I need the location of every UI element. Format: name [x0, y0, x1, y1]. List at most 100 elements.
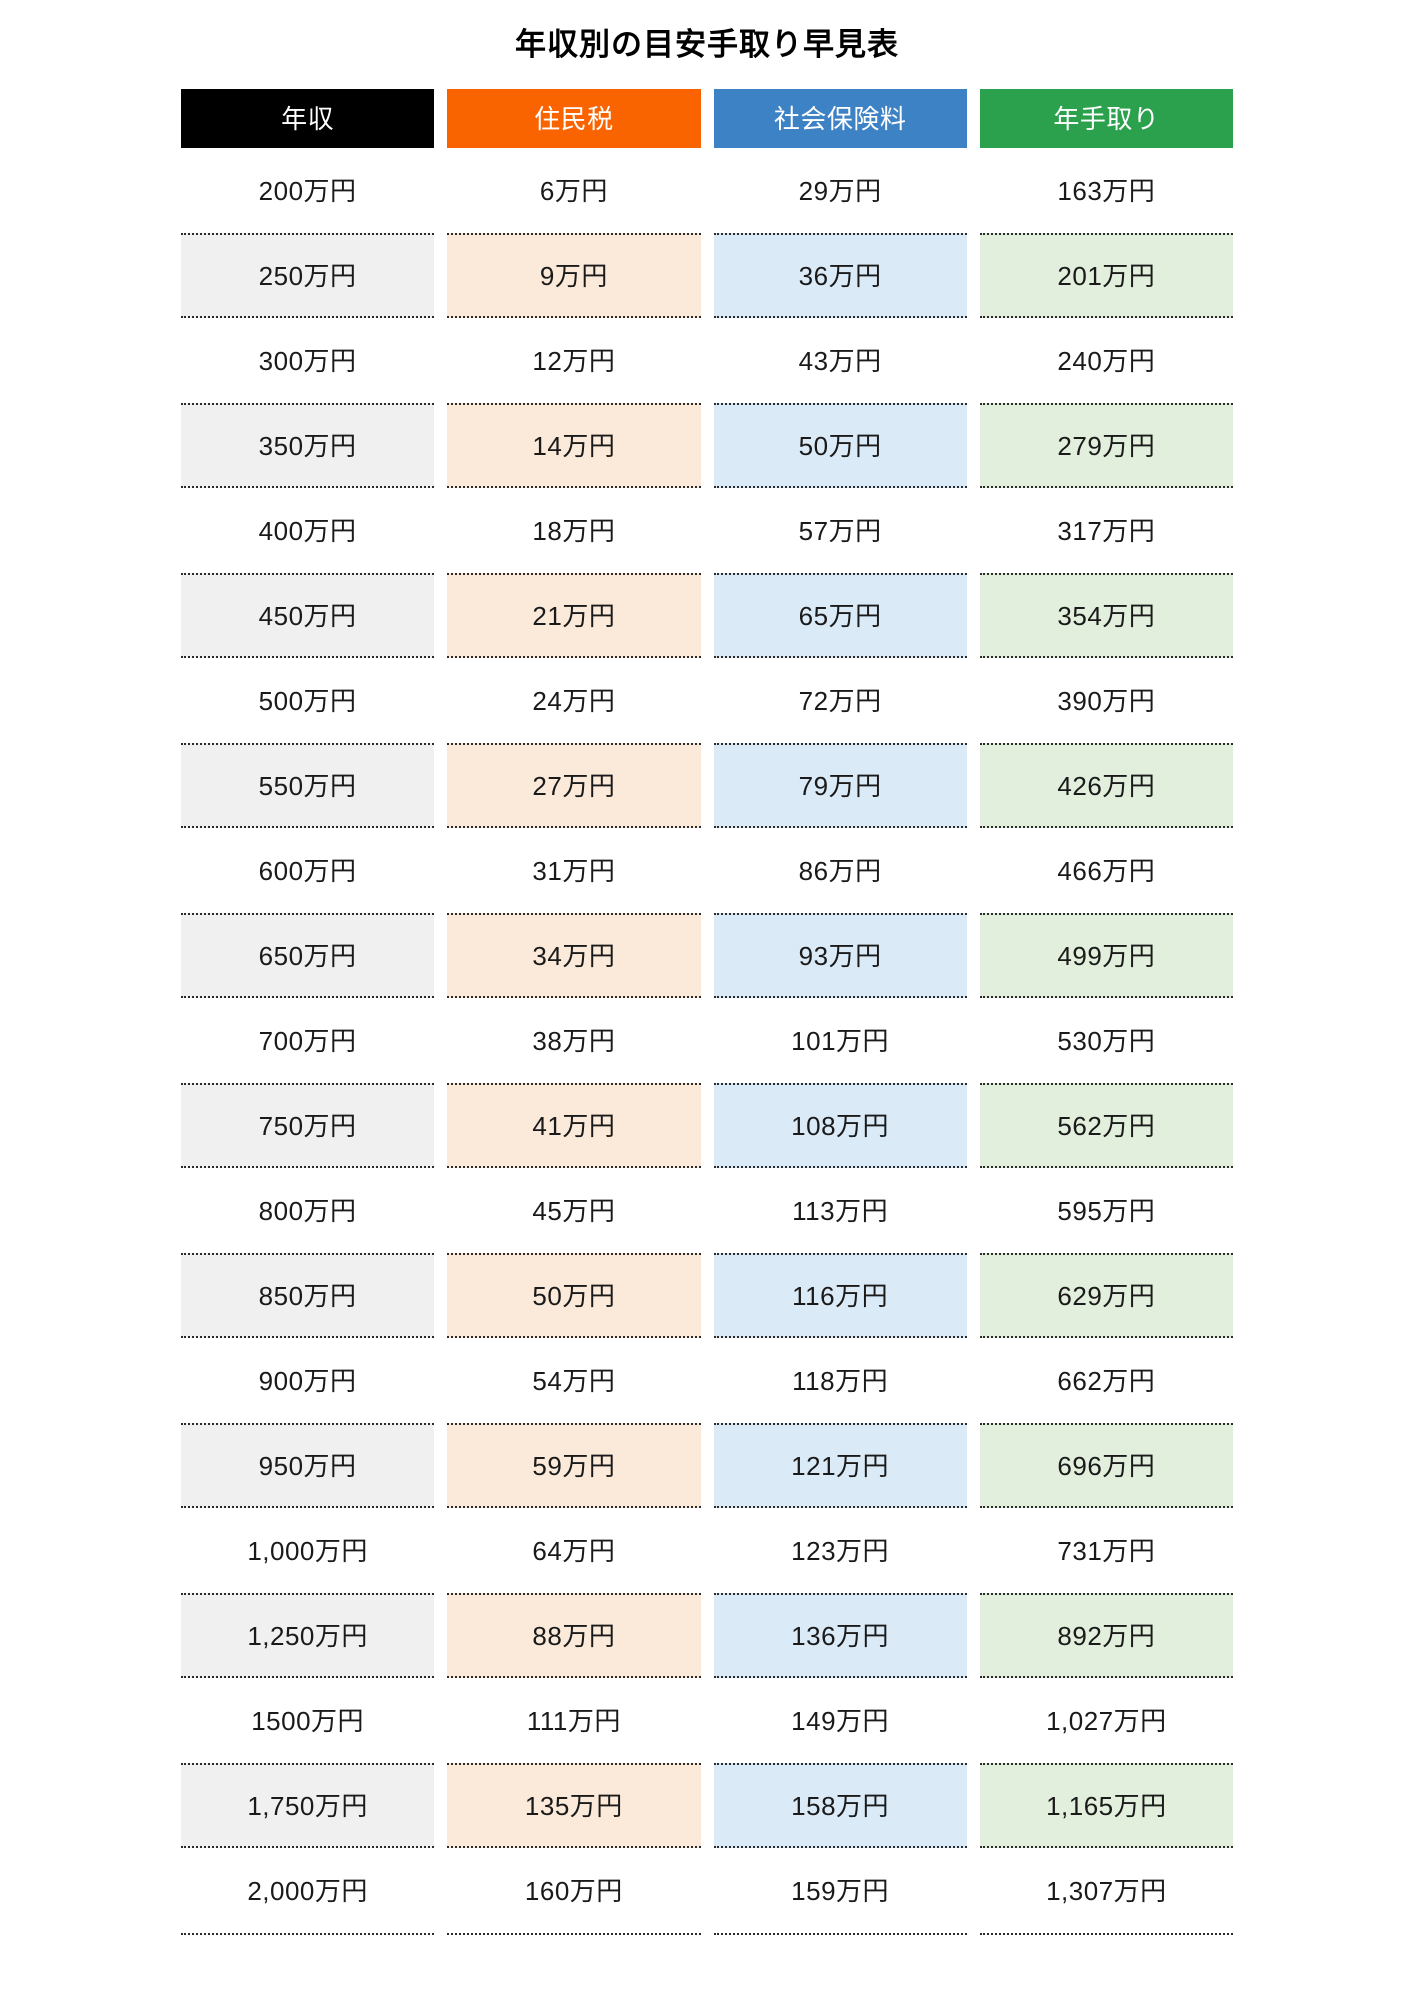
cell-social-insurance: 93万円 [713, 913, 967, 999]
cell-social-insurance: 113万円 [792, 1195, 889, 1226]
bottom-rule-segment [447, 1933, 701, 1936]
cell-takehome: 1,027万円 [1046, 1705, 1167, 1736]
bottom-rule-segment [713, 1933, 967, 1936]
table-row: 350万円 14万円 50万円 279万円 [181, 403, 1233, 489]
cell-social-insurance: 159万円 [791, 1875, 890, 1906]
cell-resident-tax: 45万円 [532, 1195, 616, 1226]
cell-income: 950万円 [181, 1423, 435, 1509]
cell-takehome: 1,307万円 [1046, 1875, 1167, 1906]
table-row: 600万円 31万円 86万円 466万円 [181, 828, 1233, 913]
cell-resident-tax: 160万円 [524, 1875, 623, 1906]
cell-social-insurance: 158万円 [713, 1763, 967, 1849]
cell-resident-tax: 54万円 [532, 1365, 616, 1396]
cell-social-insurance: 79万円 [713, 743, 967, 829]
cell-social-insurance: 123万円 [791, 1535, 890, 1566]
cell-social-insurance: 57万円 [798, 515, 882, 546]
cell-income: 550万円 [181, 743, 435, 829]
table-row: 2,000万円 160万円 159万円 1,307万円 [181, 1848, 1233, 1933]
cell-social-insurance: 65万円 [713, 573, 967, 659]
cell-takehome: 354万円 [979, 573, 1233, 659]
table-row: 400万円 18万円 57万円 317万円 [181, 488, 1233, 573]
takehome-table: 年収 住民税 社会保険料 年手取り 200万円 6万円 29万円 163万円 2… [181, 89, 1233, 1936]
cell-social-insurance: 29万円 [798, 175, 882, 206]
table-row: 1,250万円 88万円 136万円 892万円 [181, 1593, 1233, 1679]
cell-income: 2,000万円 [247, 1875, 368, 1906]
cell-resident-tax: 38万円 [532, 1025, 616, 1056]
cell-social-insurance: 136万円 [713, 1593, 967, 1679]
table-row: 900万円 54万円 118万円 662万円 [181, 1338, 1233, 1423]
cell-social-insurance: 50万円 [713, 403, 967, 489]
cell-takehome: 892万円 [979, 1593, 1233, 1679]
cell-income: 1500万円 [251, 1705, 365, 1736]
cell-takehome: 163万円 [1057, 175, 1156, 206]
cell-takehome: 390万円 [1057, 685, 1156, 716]
cell-resident-tax: 59万円 [447, 1423, 701, 1509]
cell-resident-tax: 34万円 [447, 913, 701, 999]
cell-income: 350万円 [181, 403, 435, 489]
cell-takehome: 240万円 [1057, 345, 1156, 376]
cell-income: 1,250万円 [181, 1593, 435, 1679]
table-row: 550万円 27万円 79万円 426万円 [181, 743, 1233, 829]
cell-income: 450万円 [181, 573, 435, 659]
cell-social-insurance: 149万円 [791, 1705, 890, 1736]
cell-takehome: 595万円 [1057, 1195, 1156, 1226]
cell-resident-tax: 31万円 [532, 855, 616, 886]
cell-resident-tax: 6万円 [539, 175, 608, 206]
page-root: 年収別の目安手取り早見表 年収 住民税 社会保険料 年手取り 200万円 6万円… [0, 0, 1414, 2000]
cell-social-insurance: 116万円 [713, 1253, 967, 1339]
cell-takehome: 562万円 [979, 1083, 1233, 1169]
cell-social-insurance: 36万円 [713, 233, 967, 319]
table-row: 750万円 41万円 108万円 562万円 [181, 1083, 1233, 1169]
cell-income: 600万円 [258, 855, 357, 886]
cell-social-insurance: 121万円 [713, 1423, 967, 1509]
cell-resident-tax: 88万円 [447, 1593, 701, 1679]
column-header-income: 年収 [181, 89, 435, 149]
cell-resident-tax: 64万円 [532, 1535, 616, 1566]
cell-resident-tax: 9万円 [447, 233, 701, 319]
table-row: 850万円 50万円 116万円 629万円 [181, 1253, 1233, 1339]
cell-income: 800万円 [258, 1195, 357, 1226]
table-row: 1500万円 111万円 149万円 1,027万円 [181, 1678, 1233, 1763]
column-header-takehome: 年手取り [979, 89, 1233, 149]
cell-resident-tax: 50万円 [447, 1253, 701, 1339]
page-title: 年収別の目安手取り早見表 [515, 27, 899, 62]
cell-resident-tax: 41万円 [447, 1083, 701, 1169]
cell-income: 200万円 [258, 175, 357, 206]
cell-income: 300万円 [258, 345, 357, 376]
cell-income: 400万円 [258, 515, 357, 546]
table-row: 700万円 38万円 101万円 530万円 [181, 998, 1233, 1083]
cell-income: 750万円 [181, 1083, 435, 1169]
cell-takehome: 201万円 [979, 233, 1233, 319]
cell-resident-tax: 21万円 [447, 573, 701, 659]
cell-takehome: 662万円 [1057, 1365, 1156, 1396]
cell-social-insurance: 86万円 [798, 855, 882, 886]
table-row: 450万円 21万円 65万円 354万円 [181, 573, 1233, 659]
cell-income: 1,750万円 [181, 1763, 435, 1849]
cell-social-insurance: 108万円 [713, 1083, 967, 1169]
cell-takehome: 499万円 [979, 913, 1233, 999]
table-header-row: 年収 住民税 社会保険料 年手取り [181, 89, 1233, 149]
table-row: 800万円 45万円 113万円 595万円 [181, 1168, 1233, 1253]
cell-takehome: 279万円 [979, 403, 1233, 489]
cell-income: 850万円 [181, 1253, 435, 1339]
table-row: 950万円 59万円 121万円 696万円 [181, 1423, 1233, 1509]
bottom-rule-segment [979, 1933, 1233, 1936]
cell-social-insurance: 118万円 [792, 1365, 889, 1396]
cell-takehome: 731万円 [1057, 1535, 1156, 1566]
cell-resident-tax: 14万円 [447, 403, 701, 489]
cell-resident-tax: 18万円 [532, 515, 616, 546]
cell-income: 900万円 [258, 1365, 357, 1396]
table-row: 1,000万円 64万円 123万円 731万円 [181, 1508, 1233, 1593]
table-row: 1,750万円 135万円 158万円 1,165万円 [181, 1763, 1233, 1849]
cell-resident-tax: 12万円 [532, 345, 616, 376]
cell-income: 700万円 [258, 1025, 357, 1056]
cell-social-insurance: 72万円 [798, 685, 882, 716]
bottom-rule-segment [181, 1933, 435, 1936]
cell-takehome: 466万円 [1057, 855, 1156, 886]
cell-income: 650万円 [181, 913, 435, 999]
cell-income: 1,000万円 [247, 1535, 368, 1566]
table-bottom-rule [181, 1933, 1233, 1936]
table-row: 200万円 6万円 29万円 163万円 [181, 148, 1233, 233]
table-row: 650万円 34万円 93万円 499万円 [181, 913, 1233, 999]
cell-income: 250万円 [181, 233, 435, 319]
